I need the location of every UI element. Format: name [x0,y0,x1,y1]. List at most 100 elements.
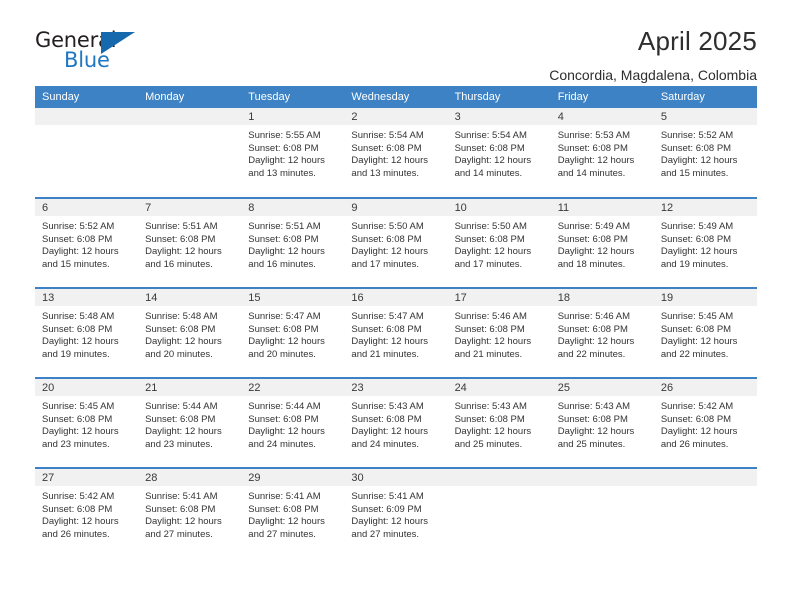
day-details: Sunrise: 5:44 AM Sunset: 6:08 PM Daylight:… [138,396,241,451]
calendar-page: General Blue April 2025 Concordia, Magda… [0,0,792,612]
calendar-day-cell[interactable]: 22 Sunrise: 5:44 AM Sunset: 6:08 PM Dayligh… [241,377,345,468]
calendar-day-cell[interactable]: 1 Sunrise: 5:55 AM Sunset: 6:08 PM Daylight… [241,108,345,198]
daylight-text-line2: and 14 minutes. [557,167,626,179]
sunrise-text: Sunrise: 5:45 AM [42,401,115,412]
day-number [653,469,757,486]
daylight-text-line2: and 18 minutes. [557,258,626,270]
sunset-text: Sunset: 6:08 PM [42,503,113,515]
day-number: 11 [550,199,654,216]
calendar-day-cell[interactable]: 20 Sunrise: 5:45 AM Sunset: 6:08 PM Dayligh… [35,377,139,468]
calendar-day-cell[interactable]: 3 Sunrise: 5:54 AM Sunset: 6:08 PM Daylight… [447,108,551,198]
daylight-text-line1: Daylight: 12 hours [145,336,222,348]
calendar-table: Sunday Monday Tuesday Wednesday Thursday… [35,86,757,558]
day-details: Sunrise: 5:50 AM Sunset: 6:08 PM Daylight:… [344,216,447,271]
calendar-day-cell-empty [447,467,551,558]
calendar-week-row: 1 Sunrise: 5:55 AM Sunset: 6:08 PM Daylight… [35,108,757,198]
day-details: Sunrise: 5:48 AM Sunset: 6:08 PM Daylight:… [35,306,138,361]
calendar-day-cell[interactable]: 18 Sunrise: 5:46 AM Sunset: 6:08 PM Dayligh… [550,287,654,378]
day-number: 7 [138,199,242,216]
day-details: Sunrise: 5:51 AM Sunset: 6:08 PM Daylight:… [241,216,344,271]
sunset-text: Sunset: 6:08 PM [454,142,525,154]
calendar-day-cell[interactable]: 29 Sunrise: 5:41 AM Sunset: 6:08 PM Dayligh… [241,467,345,558]
daylight-text-line2: and 17 minutes. [351,258,420,270]
sunrise-text: Sunrise: 5:49 AM [660,221,734,232]
day-number: 14 [138,289,242,306]
day-number: 17 [447,289,551,306]
daylight-text-line1: Daylight: 12 hours [454,336,532,348]
day-number: 30 [344,469,448,486]
calendar-day-cell-empty [138,108,242,198]
daylight-text-line1: Daylight: 12 hours [351,246,428,258]
calendar-day-cell-empty [653,467,757,558]
day-details: Sunrise: 5:42 AM Sunset: 6:08 PM Daylight:… [654,396,757,451]
calendar-day-cell[interactable]: 23 Sunrise: 5:43 AM Sunset: 6:08 PM Dayligh… [344,377,448,468]
daylight-text-line1: Daylight: 12 hours [454,246,532,258]
weekday-header-friday: Friday [550,86,654,108]
sunrise-text: Sunrise: 5:52 AM [660,130,734,141]
calendar-day-cell[interactable]: 2 Sunrise: 5:54 AM Sunset: 6:08 PM Daylight… [344,108,448,198]
daylight-text-line2: and 13 minutes. [351,167,420,179]
brand-logo[interactable]: General Blue [35,26,155,76]
sunset-text: Sunset: 6:08 PM [660,323,732,335]
daylight-text-line2: and 22 minutes. [660,348,729,360]
sunrise-text: Sunrise: 5:42 AM [42,491,115,502]
calendar-day-cell[interactable]: 24 Sunrise: 5:43 AM Sunset: 6:08 PM Dayligh… [447,377,551,468]
daylight-text-line1: Daylight: 12 hours [660,426,738,438]
day-number: 29 [241,469,345,486]
sunset-text: Sunset: 6:08 PM [145,233,216,245]
daylight-text-line1: Daylight: 12 hours [351,336,428,348]
daylight-text-line1: Daylight: 12 hours [454,155,532,167]
daylight-text-line1: Daylight: 12 hours [248,155,325,167]
day-number: 26 [653,379,757,396]
page-title: April 2025 [637,26,757,56]
day-number: 8 [241,199,345,216]
day-number: 19 [653,289,757,306]
daylight-text-line2: and 16 minutes. [145,258,213,270]
page-header: General Blue April 2025 Concordia, Magda… [35,0,757,83]
calendar-day-cell[interactable]: 30 Sunrise: 5:41 AM Sunset: 6:09 PM Dayligh… [344,467,448,558]
weekday-header-monday: Monday [138,86,242,108]
calendar-day-cell-empty [550,467,654,558]
calendar-day-cell[interactable]: 28 Sunrise: 5:41 AM Sunset: 6:08 PM Dayligh… [138,467,242,558]
calendar-day-cell[interactable]: 21 Sunrise: 5:44 AM Sunset: 6:08 PM Dayligh… [138,377,242,468]
calendar-day-cell[interactable]: 7 Sunrise: 5:51 AM Sunset: 6:08 PM Daylight… [138,197,242,288]
calendar-day-cell[interactable]: 17 Sunrise: 5:46 AM Sunset: 6:08 PM Dayligh… [447,287,551,378]
daylight-text-line1: Daylight: 12 hours [42,246,119,258]
calendar-day-cell[interactable]: 14 Sunrise: 5:48 AM Sunset: 6:08 PM Dayligh… [138,287,242,378]
sunset-text: Sunset: 6:08 PM [351,323,422,335]
calendar-week-row: 27 Sunrise: 5:42 AM Sunset: 6:08 PM Dayligh… [35,467,757,558]
calendar-day-cell[interactable]: 5 Sunrise: 5:52 AM Sunset: 6:08 PM Daylight… [653,108,757,198]
calendar-week-row: 13 Sunrise: 5:48 AM Sunset: 6:08 PM Dayligh… [35,287,757,378]
daylight-text-line2: and 25 minutes. [454,438,523,450]
calendar-day-cell[interactable]: 15 Sunrise: 5:47 AM Sunset: 6:08 PM Dayligh… [241,287,345,378]
daylight-text-line2: and 27 minutes. [248,528,316,540]
day-number: 12 [653,199,757,216]
day-details: Sunrise: 5:44 AM Sunset: 6:08 PM Daylight:… [241,396,344,451]
calendar-day-cell[interactable]: 8 Sunrise: 5:51 AM Sunset: 6:08 PM Daylight… [241,197,345,288]
calendar-day-cell[interactable]: 27 Sunrise: 5:42 AM Sunset: 6:08 PM Dayligh… [35,467,139,558]
calendar-day-cell[interactable]: 9 Sunrise: 5:50 AM Sunset: 6:08 PM Daylight… [344,197,448,288]
calendar-day-cell[interactable]: 26 Sunrise: 5:42 AM Sunset: 6:08 PM Dayligh… [653,377,757,468]
day-number: 28 [138,469,242,486]
sunset-text: Sunset: 6:08 PM [454,413,525,425]
calendar-day-cell[interactable]: 25 Sunrise: 5:43 AM Sunset: 6:08 PM Dayligh… [550,377,654,468]
day-number: 6 [35,199,139,216]
calendar-day-cell[interactable]: 4 Sunrise: 5:53 AM Sunset: 6:08 PM Daylight… [550,108,654,198]
calendar-day-cell[interactable]: 19 Sunrise: 5:45 AM Sunset: 6:08 PM Dayligh… [653,287,757,378]
sunset-text: Sunset: 6:08 PM [145,413,216,425]
day-details: Sunrise: 5:41 AM Sunset: 6:08 PM Daylight:… [241,486,344,541]
sunrise-text: Sunrise: 5:47 AM [248,311,321,322]
sunrise-text: Sunrise: 5:42 AM [660,401,734,412]
calendar-day-cell[interactable]: 6 Sunrise: 5:52 AM Sunset: 6:08 PM Daylight… [35,197,139,288]
daylight-text-line2: and 22 minutes. [557,348,626,360]
calendar-day-cell[interactable]: 13 Sunrise: 5:48 AM Sunset: 6:08 PM Dayligh… [35,287,139,378]
calendar-day-cell[interactable]: 10 Sunrise: 5:50 AM Sunset: 6:08 PM Dayligh… [447,197,551,288]
day-number [447,469,551,486]
calendar-day-cell[interactable]: 16 Sunrise: 5:47 AM Sunset: 6:08 PM Dayligh… [344,287,448,378]
daylight-text-line2: and 13 minutes. [248,167,316,179]
calendar-day-cell[interactable]: 11 Sunrise: 5:49 AM Sunset: 6:08 PM Dayligh… [550,197,654,288]
day-number: 21 [138,379,242,396]
daylight-text-line2: and 20 minutes. [145,348,213,360]
calendar-day-cell[interactable]: 12 Sunrise: 5:49 AM Sunset: 6:08 PM Dayligh… [653,197,757,288]
brand-name-blue: Blue [64,48,110,72]
